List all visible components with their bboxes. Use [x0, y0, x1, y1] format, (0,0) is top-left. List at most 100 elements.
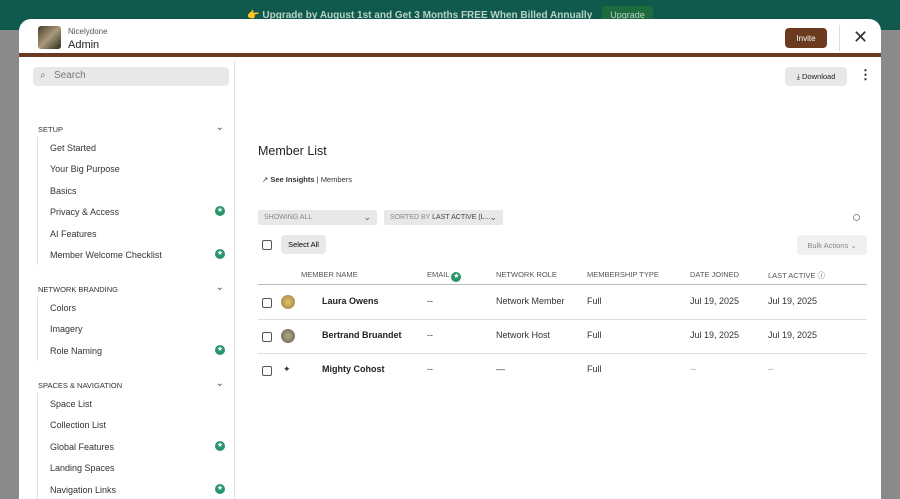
sidebar-item[interactable]: Basics: [50, 186, 225, 196]
search-icon[interactable]: ○: [852, 209, 861, 226]
row-checkbox[interactable]: [262, 332, 272, 342]
premium-star-icon: ★: [215, 483, 225, 494]
sidebar-item[interactable]: Your Big Purpose: [50, 164, 225, 174]
sidebar-item-label: Colors: [50, 303, 77, 313]
premium-star-icon: ★: [215, 440, 225, 451]
sidebar-item-label: AI Features: [50, 228, 97, 239]
header-divider: [258, 284, 867, 285]
sidebar-item-label: Basics: [50, 185, 77, 196]
column-header: DATE JOINED: [690, 270, 739, 279]
cell-role: Network Member: [496, 296, 565, 306]
column-header: MEMBERSHIP TYPE: [587, 270, 659, 279]
cell-joined: --: [690, 364, 696, 374]
sidebar-item-label: Your Big Purpose: [50, 164, 120, 175]
column-label: DATE JOINED: [690, 270, 740, 279]
network-logo: [38, 26, 61, 49]
modal-header: Nicelydone Admin Invite ✕: [19, 19, 881, 57]
invite-button[interactable]: Invite: [785, 28, 827, 48]
sidebar-item[interactable]: Landing Spaces: [50, 463, 225, 473]
cell-name[interactable]: Bertrand Bruandet: [322, 330, 402, 340]
filter-value: SHOWING ALL: [264, 214, 313, 221]
row-checkbox[interactable]: [262, 298, 272, 308]
cell-email: --: [427, 330, 433, 340]
section-title: NETWORK BRANDING: [38, 285, 119, 294]
insights-suffix: | Members: [316, 175, 352, 184]
row-divider: [258, 353, 867, 354]
cell-email: --: [427, 364, 433, 374]
sidebar-item-label: Navigation Links: [50, 484, 117, 495]
sparkle-icon: ✦: [283, 364, 291, 374]
column-header[interactable]: MEMBER NAME: [301, 270, 358, 279]
column-header: NETWORK ROLE: [496, 270, 557, 279]
sidebar-item-label: Space List: [50, 399, 93, 409]
insights-label: See Insights: [270, 175, 315, 184]
download-button[interactable]: ⤓ Download: [785, 67, 847, 86]
section-title: SPACES & NAVIGATION: [38, 381, 123, 390]
sidebar-item[interactable]: Privacy & Access ★: [50, 206, 225, 218]
row-divider: [258, 319, 867, 320]
chevron-down-icon: ⌄: [215, 378, 224, 389]
sidebar-item[interactable]: Role Naming ★: [50, 344, 225, 356]
sidebar-item-label: Privacy & Access: [50, 207, 120, 218]
more-options-icon[interactable]: ⋮: [859, 67, 872, 83]
section-rail: [37, 393, 38, 499]
select-all-button[interactable]: Select All: [281, 235, 326, 254]
column-label: NETWORK ROLE: [496, 270, 557, 279]
column-label: MEMBER NAME: [301, 270, 358, 279]
sidebar: ⌕ Search SETUP ⌄ Get Started Your Big Purpos…: [19, 61, 235, 499]
sidebar-item[interactable]: AI Features: [50, 229, 225, 239]
cell-joined: Jul 19, 2025: [690, 296, 740, 306]
premium-star-icon: ★: [451, 272, 462, 282]
section-rail: [37, 297, 38, 362]
cell-email: --: [427, 296, 433, 306]
cell-last: --: [768, 364, 774, 374]
column-label: EMAIL: [427, 270, 450, 279]
sidebar-item-label: Role Naming: [50, 345, 103, 356]
cell-last: Jul 19, 2025: [768, 330, 818, 340]
premium-star-icon: ★: [215, 344, 225, 355]
section-header[interactable]: SPACES & NAVIGATION ⌄: [38, 378, 224, 390]
column-header: LAST ACTIVE ⓘ: [768, 270, 825, 281]
org-name: Nicelydone: [68, 27, 108, 36]
cell-role: Network Host: [496, 330, 551, 340]
close-icon[interactable]: ✕: [853, 27, 868, 48]
cell-name[interactable]: Laura Owens: [322, 296, 379, 306]
sidebar-item[interactable]: Member Welcome Checklist ★: [50, 249, 225, 260]
section-title: SETUP: [38, 125, 64, 134]
premium-star-icon: ★: [215, 206, 225, 217]
sidebar-item[interactable]: Navigation Links ★: [50, 483, 225, 495]
cell-name[interactable]: Mighty Cohost: [322, 364, 385, 374]
cell-role: —: [496, 364, 505, 374]
avatar: [281, 329, 295, 343]
sidebar-item[interactable]: Imagery: [50, 324, 225, 334]
admin-modal: Nicelydone Admin Invite ✕ ⌕ Search SETUP ⌄…: [19, 19, 881, 499]
sidebar-item[interactable]: Global Features ★: [50, 440, 225, 452]
sort-dropdown[interactable]: SORTED BY LAST ACTIVE (L... ⌄: [384, 210, 503, 225]
sidebar-item[interactable]: Get Started: [50, 143, 225, 153]
section-header[interactable]: SETUP ⌄: [38, 122, 224, 134]
cell-type: Full: [587, 364, 602, 374]
cell-last: Jul 19, 2025: [768, 296, 818, 306]
insights-link[interactable]: ↗ See Insights | Members: [262, 175, 352, 184]
sidebar-item-label: Global Features: [50, 441, 115, 452]
bulk-actions-button[interactable]: Bulk Actions ⌄: [797, 235, 867, 255]
sort-prefix: SORTED BY: [390, 214, 431, 221]
sidebar-item[interactable]: Colors: [50, 303, 225, 313]
column-header: EMAIL ★: [427, 270, 462, 282]
sidebar-item[interactable]: Collection List: [50, 420, 225, 430]
search-input[interactable]: ⌕ Search: [33, 67, 229, 86]
column-label: LAST ACTIVE: [768, 271, 816, 280]
section-header[interactable]: NETWORK BRANDING ⌄: [38, 282, 224, 294]
download-label: Download: [802, 71, 836, 81]
page-title: Member List: [258, 144, 327, 158]
sidebar-item[interactable]: Space List: [50, 399, 225, 409]
cell-type: Full: [587, 296, 602, 306]
row-checkbox[interactable]: [262, 366, 272, 376]
premium-star-icon: ★: [215, 249, 225, 259]
chevron-down-icon: ⌄: [215, 282, 224, 293]
select-all-checkbox[interactable]: [262, 240, 272, 250]
cell-joined: Jul 19, 2025: [690, 330, 740, 340]
cell-type: Full: [587, 330, 602, 340]
filter-dropdown[interactable]: SHOWING ALL ⌄: [258, 210, 377, 225]
avatar: [281, 295, 295, 309]
